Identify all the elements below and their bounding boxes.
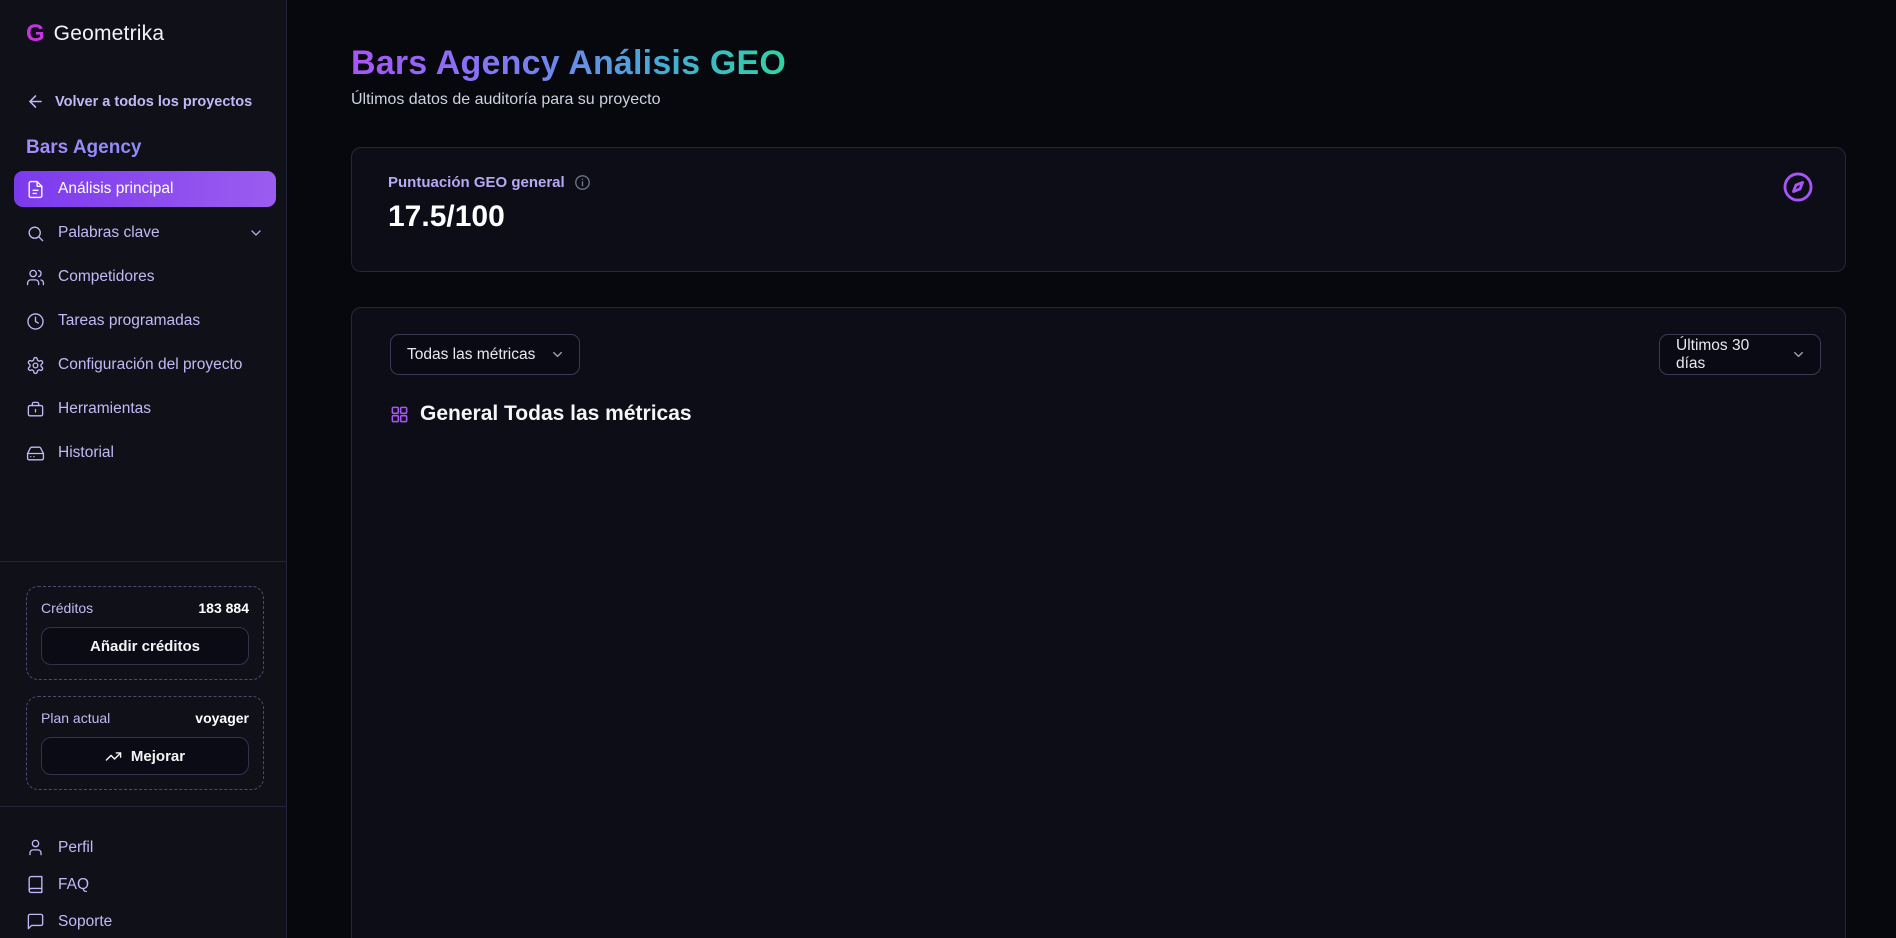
credits-box: Créditos 183 884 Añadir créditos (26, 586, 264, 680)
credits-label: Créditos (41, 600, 93, 616)
hard-drive-icon (26, 444, 45, 463)
metrics-chart-card: Todas las métricas Últimos 30 días Gener… (351, 307, 1846, 938)
gear-icon (26, 356, 45, 375)
sidebar-item-historial[interactable]: Historial (14, 431, 276, 475)
credits-value: 183 884 (198, 600, 249, 616)
trending-up-icon (105, 748, 122, 765)
page-title: Bars Agency Análisis GEO (351, 44, 786, 83)
grid-icon (390, 405, 409, 424)
plan-box: Plan actual voyager Mejorar (26, 696, 264, 790)
sidebar-footer-nav: PerfilFAQSoporteCerrar sesión (26, 829, 264, 938)
sidebar-item-perfil[interactable]: Perfil (26, 829, 264, 866)
search-icon (26, 224, 45, 243)
line-chart-svg: 08162432036912Sep 7Sep 9Sep 11Sep 13Sep … (352, 432, 1845, 938)
plan-value: voyager (195, 710, 249, 726)
sidebar-divider (0, 806, 286, 807)
chevron-down-icon (248, 225, 264, 241)
sidebar-item-analisis-principal[interactable]: Análisis principal (14, 171, 276, 207)
info-icon[interactable] (574, 174, 591, 191)
sidebar-divider (0, 561, 286, 562)
arrow-left-icon (26, 92, 45, 111)
sidebar-item-label: Configuración del proyecto (58, 356, 242, 374)
back-to-projects-link[interactable]: Volver a todos los proyectos (26, 92, 264, 111)
sidebar-item-label: Palabras clave (58, 224, 160, 242)
app-logo[interactable]: G Geometrika (26, 20, 264, 48)
sidebar-item-label: Soporte (58, 913, 112, 931)
sidebar-item-label: Análisis principal (58, 180, 173, 198)
sidebar-item-competidores[interactable]: Competidores (14, 255, 276, 299)
plan-label: Plan actual (41, 710, 110, 726)
sidebar-item-label: Competidores (58, 268, 155, 286)
sidebar-item-herramientas[interactable]: Herramientas (14, 387, 276, 431)
sidebar-item-label: Perfil (58, 839, 93, 857)
sidebar-item-tareas-programadas[interactable]: Tareas programadas (14, 299, 276, 343)
sidebar-nav: Análisis principal Palabras clave Competid… (26, 171, 264, 475)
users-icon (26, 268, 45, 287)
metrics-dropdown[interactable]: Todas las métricas (390, 334, 580, 375)
geo-score-label: Puntuación GEO general (388, 174, 565, 191)
sidebar-item-label: Tareas programadas (58, 312, 200, 330)
logo-mark: G (26, 20, 45, 48)
back-link-label: Volver a todos los proyectos (55, 94, 252, 110)
upgrade-button[interactable]: Mejorar (41, 737, 249, 775)
logo-text: Geometrika (54, 22, 165, 46)
toolbox-icon (26, 400, 45, 419)
metrics-line-chart: 08162432036912Sep 7Sep 9Sep 11Sep 13Sep … (352, 432, 1845, 938)
chat-icon (26, 912, 45, 931)
date-range-dropdown[interactable]: Últimos 30 días (1659, 334, 1821, 375)
chart-section-title: General Todas las métricas (420, 402, 692, 426)
chevron-down-icon (550, 347, 565, 362)
main-content: Bars Agency Análisis GEO Últimos datos d… (287, 0, 1896, 938)
sidebar: G Geometrika Volver a todos los proyecto… (0, 0, 287, 938)
sidebar-item-label: Herramientas (58, 400, 151, 418)
book-icon (26, 875, 45, 894)
file-text-icon (26, 180, 45, 199)
sidebar-item-label: Historial (58, 444, 114, 462)
user-icon (26, 838, 45, 857)
add-credits-button[interactable]: Añadir créditos (41, 627, 249, 665)
sidebar-item-palabras-clave[interactable]: Palabras clave (14, 211, 276, 255)
sidebar-item-soporte[interactable]: Soporte (26, 903, 264, 938)
chevron-down-icon (1791, 347, 1806, 362)
sidebar-item-faq[interactable]: FAQ (26, 866, 264, 903)
page-subtitle: Últimos datos de auditoría para su proye… (351, 91, 1846, 109)
project-name: Bars Agency (26, 137, 264, 159)
geo-score-value: 17.5/100 (388, 200, 1809, 234)
clock-icon (26, 312, 45, 331)
compass-icon[interactable] (1781, 170, 1815, 204)
sidebar-item-configuracion-del-proyecto[interactable]: Configuración del proyecto (14, 343, 276, 387)
sidebar-item-label: FAQ (58, 876, 89, 894)
geo-score-card: Puntuación GEO general 17.5/100 (351, 147, 1846, 272)
